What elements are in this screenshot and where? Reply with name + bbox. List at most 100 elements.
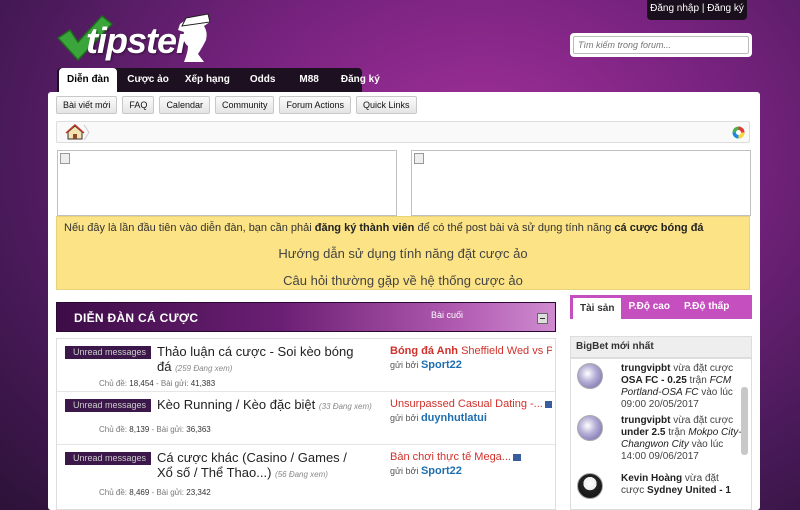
by-label: gửi bởi (390, 466, 419, 476)
last-post-author: gửi bởi duynhutlatui (390, 412, 487, 424)
unread-messages-icon: Unread messages (65, 346, 151, 359)
collapse-icon[interactable] (537, 313, 548, 324)
bet-on-label: trận (686, 375, 710, 386)
forum-title[interactable]: Thảo luận cá cược - Soi kèo bóng đá (259… (157, 344, 367, 376)
tab-odds[interactable]: Odds (238, 68, 288, 92)
go-to-last-post-icon[interactable] (512, 453, 521, 461)
viewer-count: (259 Đang xem) (175, 364, 233, 373)
search-box (570, 33, 752, 57)
avatar[interactable] (577, 473, 603, 499)
bet-on-label: trận (665, 427, 689, 438)
last-post-topic[interactable]: Sheffield Wed vs Ph (461, 345, 552, 357)
tab-m88[interactable]: M88 (287, 68, 330, 92)
posts-label: - Bài gửi: (155, 379, 189, 388)
author-link[interactable]: Sport22 (421, 359, 462, 371)
last-post-title[interactable]: Bàn chơi thực tế Mega... (390, 451, 552, 463)
viewer-count: (33 Đang xem) (318, 402, 372, 411)
bet-text: trungvipbt vừa đặt cược under 2.5 trận M… (621, 415, 743, 463)
forum-title[interactable]: Cá cược khác (Casino / Games / Xổ số / T… (157, 450, 357, 482)
tab-dang-ky[interactable]: Đăng ký (331, 68, 390, 92)
detective-silhouette-icon (178, 13, 211, 62)
style-chooser-icon[interactable] (732, 126, 745, 139)
bet-action: vừa đặt cược (670, 363, 734, 374)
by-label: gửi bởi (390, 360, 419, 370)
main-content: Bài viết mới FAQ Calendar Community Foru… (48, 92, 760, 510)
unread-messages-icon: Unread messages (65, 452, 151, 465)
bet-user[interactable]: Kevin Hoàng (621, 473, 682, 484)
guide-link[interactable]: Hướng dẫn sử dụng tính năng đặt cược ảo (57, 246, 749, 261)
forum-actions-button[interactable]: Forum Actions (279, 96, 352, 114)
avatar[interactable] (577, 415, 603, 441)
go-to-last-post-icon[interactable] (544, 400, 552, 408)
forum-list: Unread messages Thảo luận cá cược - Soi … (56, 338, 556, 510)
forum-title[interactable]: Kèo Running / Kèo đặc biệt (33 Đang xem) (157, 397, 377, 414)
forum-row: Unread messages Cá cược khác (Casino / G… (57, 445, 555, 509)
bet-user[interactable]: trungvipbt (621, 415, 670, 426)
notice-intro: Nếu đây là lần đầu tiên vào diễn đàn, bạ… (64, 222, 704, 234)
page: tipster Đăng nhập | Đăng ký Diễn đàn Cượ… (0, 0, 800, 510)
register-link[interactable]: đăng ký thành viên (315, 222, 415, 234)
topic-count: 8,139 (129, 425, 150, 434)
forum-title-text[interactable]: Kèo Running / Kèo đặc biệt (157, 397, 315, 412)
broken-image-icon (414, 153, 424, 164)
sidebar-tabs: Tài sản P.Độ cao P.Độ thấp (570, 295, 752, 319)
last-post-topic[interactable]: Bàn chơi thực tế Mega... (390, 451, 511, 463)
post-count: 41,383 (190, 379, 216, 388)
tab-cuoc-ao[interactable]: Cược ảo (119, 68, 177, 92)
new-posts-button[interactable]: Bài viết mới (56, 96, 118, 114)
sub-navigation: Bài viết mới FAQ Calendar Community Foru… (56, 96, 417, 114)
faq-button[interactable]: FAQ (122, 96, 155, 114)
avatar[interactable] (577, 363, 603, 389)
tab-p-do-thap[interactable]: P.Độ thấp (677, 295, 736, 319)
bet-user[interactable]: trungvipbt (621, 363, 670, 374)
unread-messages-icon: Unread messages (65, 399, 151, 412)
quick-links-button[interactable]: Quick Links (356, 96, 417, 114)
scrollbar[interactable] (741, 387, 748, 455)
bet-text: Kevin Hoàng vừa đặt cược Sydney United -… (621, 473, 743, 497)
last-post-topic[interactable]: Unsurpassed Casual Dating -... (390, 398, 543, 410)
tab-tai-san[interactable]: Tài sản (573, 298, 622, 319)
last-post-author: gửi bởi Sport22 (390, 465, 462, 477)
notice-bold-betting: cá cược bóng đá (614, 222, 704, 234)
last-post-title[interactable]: Unsurpassed Casual Dating -... (390, 398, 552, 410)
bet-pick: OSA FC - 0.25 (621, 375, 687, 386)
by-label: gửi bởi (390, 413, 419, 423)
search-input[interactable] (573, 36, 749, 54)
post-count: 23,342 (186, 488, 211, 497)
faq-betting-link[interactable]: Câu hỏi thường gặp về hệ thống cược ảo (57, 273, 749, 288)
topic-count: 8,469 (129, 488, 150, 497)
auth-links[interactable]: Đăng nhập | Đăng ký (647, 0, 747, 20)
main-nav: Diễn đàn Cược ảo Xếp hạng Odds M88 Đăng … (57, 68, 380, 92)
forum-stats: Chủ đề: 18,454 - Bài gửi: 41,383 (99, 379, 215, 388)
breadcrumb (56, 121, 750, 143)
tab-p-do-cao[interactable]: P.Độ cao (621, 295, 677, 319)
forum-stats: Chủ đề: 8,139 - Bài gửi: 36,363 (99, 425, 211, 434)
banner-ad-right[interactable] (411, 150, 751, 216)
bet-action: vừa đặt cược (670, 415, 734, 426)
community-button[interactable]: Community (214, 96, 275, 114)
topics-label: Chủ đề: (99, 379, 128, 388)
tab-xep-hang[interactable]: Xếp hạng (177, 68, 238, 92)
forum-category-header: DIỄN ĐÀN CÁ CƯỢC Bài cuối (56, 302, 556, 332)
banner-ad-left[interactable] (57, 150, 397, 216)
notice-text-1: Nếu đây là lần đầu tiên vào diễn đàn, bạ… (64, 222, 315, 234)
last-post-title[interactable]: Bóng đá Anh Sheffield Wed vs Ph (390, 345, 552, 357)
topic-count: 18,454 (129, 379, 154, 388)
last-post-prefix[interactable]: Bóng đá Anh (390, 345, 458, 357)
calendar-button[interactable]: Calendar (159, 96, 210, 114)
tab-dien-dan[interactable]: Diễn đàn (59, 68, 118, 92)
author-link[interactable]: Sport22 (421, 465, 462, 477)
bet-time: 09:00 20/05/2017 (621, 399, 699, 410)
post-count: 36,363 (186, 425, 211, 434)
tipster-logo[interactable]: tipster (56, 8, 216, 64)
last-post-column-label: Bài cuối (431, 310, 464, 320)
bet-at-label: vào lúc (688, 439, 724, 450)
bet-time: 14:00 09/06/2017 (621, 451, 699, 462)
home-icon[interactable] (60, 124, 90, 141)
forum-category-title[interactable]: DIỄN ĐÀN CÁ CƯỢC (74, 311, 198, 325)
last-post-author: gửi bởi Sport22 (390, 359, 462, 371)
posts-label: - Bài gửi: (151, 425, 185, 434)
topics-label: Chủ đề: (99, 425, 128, 434)
auth-links-text[interactable]: Đăng nhập | Đăng ký (650, 3, 744, 14)
author-link[interactable]: duynhutlatui (421, 412, 487, 424)
